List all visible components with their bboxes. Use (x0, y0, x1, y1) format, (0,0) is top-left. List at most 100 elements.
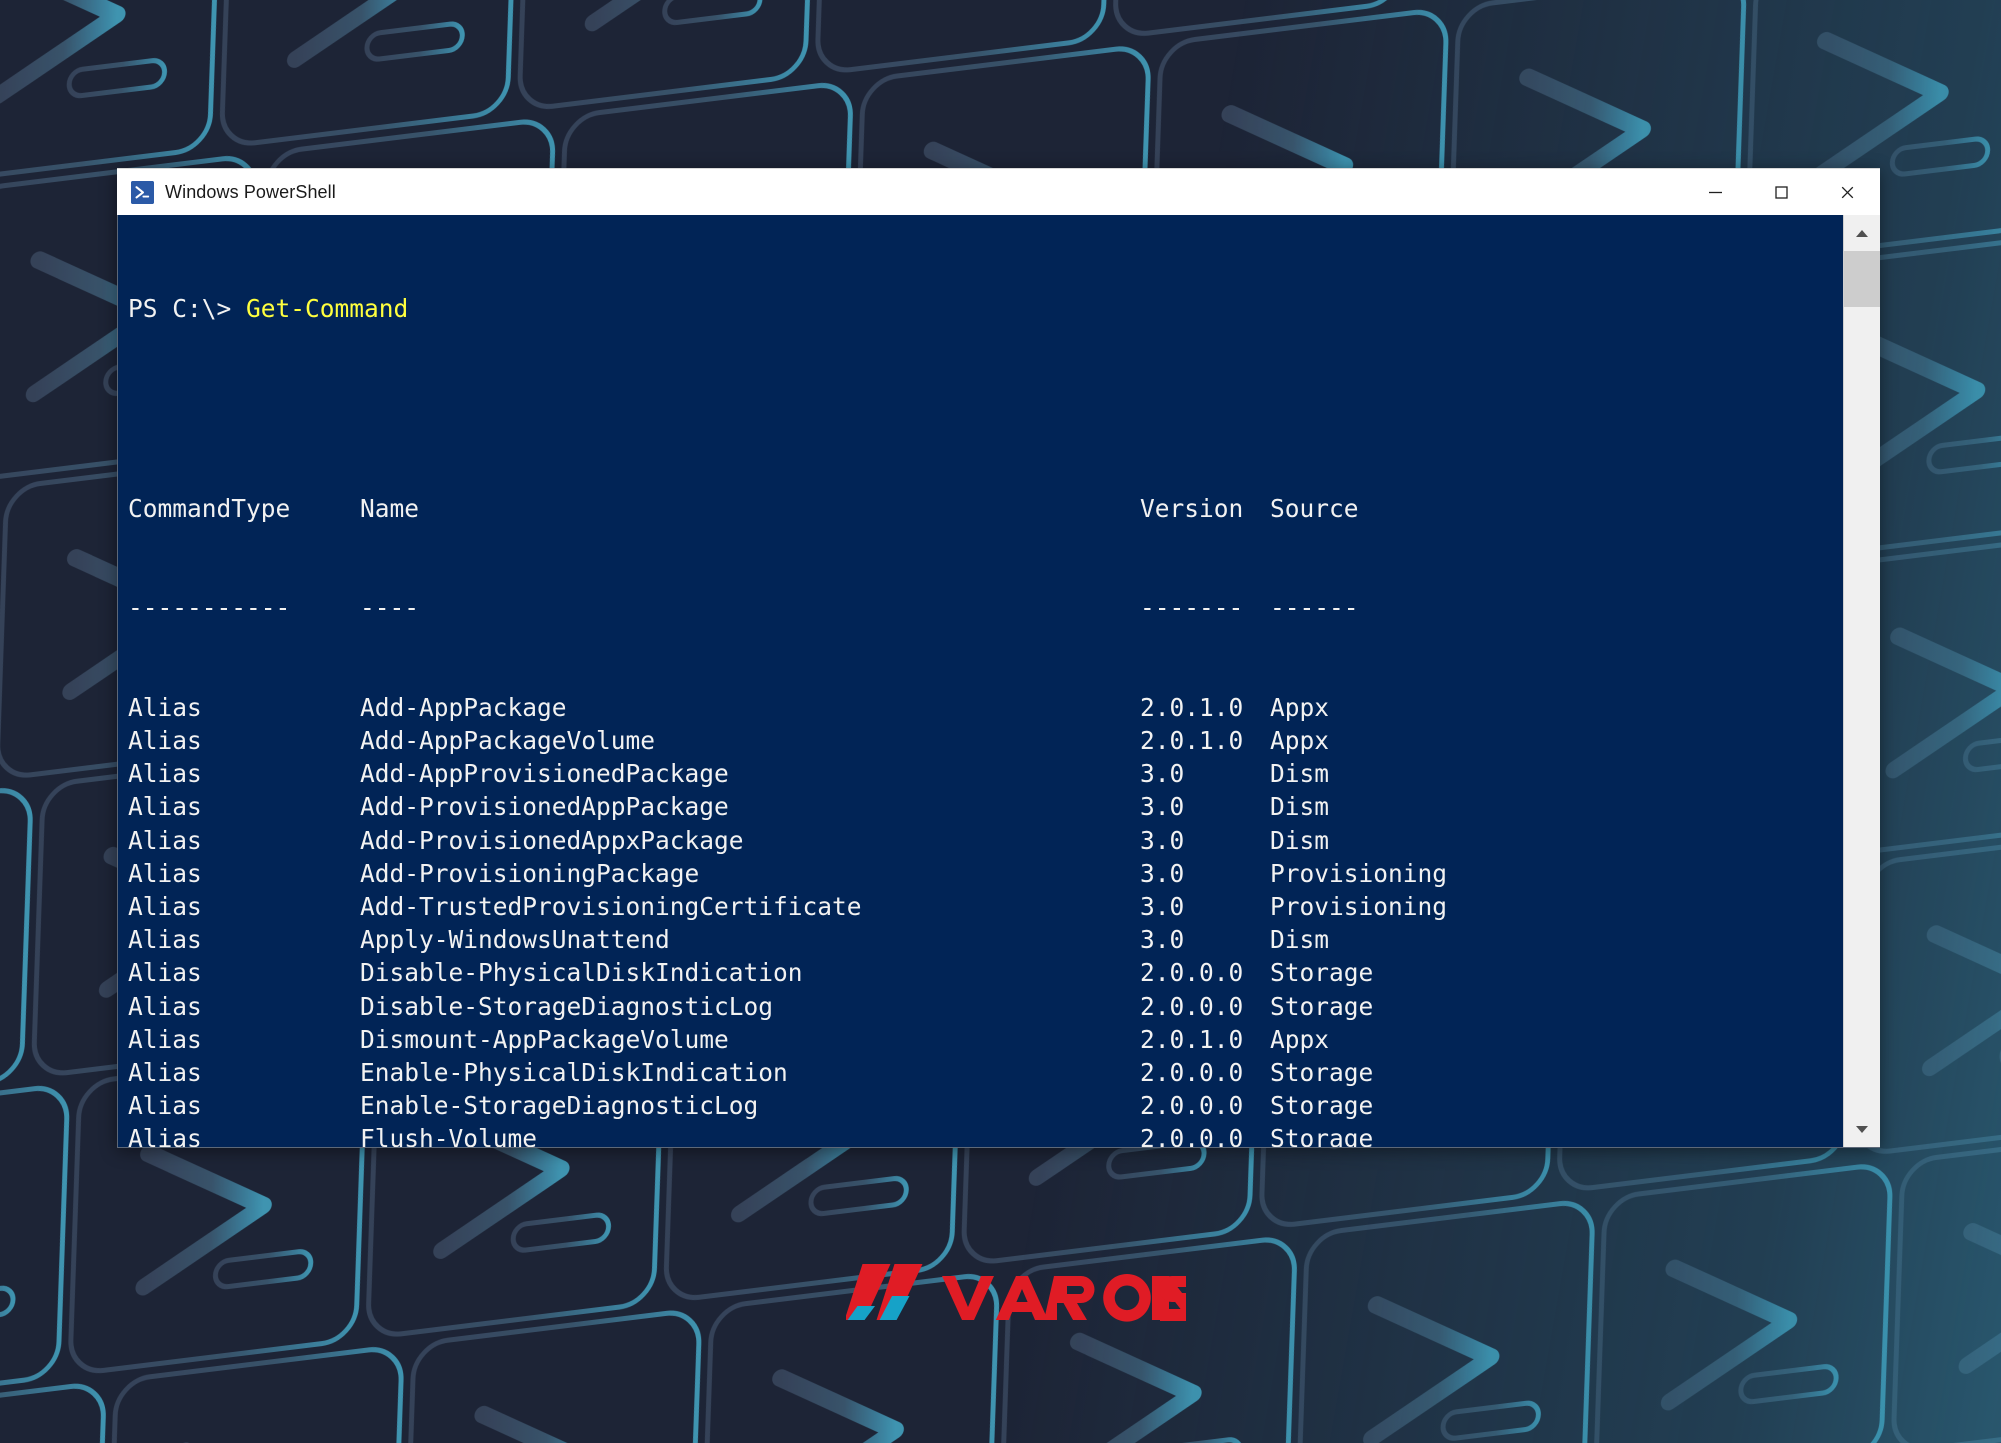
cell-name: Add-AppPackageVolume (360, 726, 656, 756)
table-header-row: CommandType Name Version Source (128, 492, 1843, 525)
blank-line-1 (128, 392, 1843, 425)
window-title: Windows PowerShell (165, 181, 336, 202)
cell-version: 2.0.1.0 (1140, 1024, 1244, 1054)
cell-source: Storage (1270, 991, 1374, 1021)
cell-source: Dism (1270, 759, 1330, 789)
cell-version: 2.0.0.0 (1140, 991, 1244, 1021)
cell-source: Provisioning (1270, 858, 1448, 888)
table-row: Alias Add-ProvisionedAppxPackage 3.0 Dism (128, 824, 1843, 857)
table-rows: Alias Add-AppPackage 2.0.1.0 Appx Alias Add-A… (128, 691, 1843, 1147)
cell-source: Provisioning (1270, 892, 1448, 922)
powershell-window: Windows PowerShell PS C:\> Get-Command C… (117, 168, 1880, 1148)
table-row: Alias Disable-PhysicalDiskIndication 2.0.0… (128, 956, 1843, 989)
cell-source: Appx (1270, 726, 1330, 756)
cell-source: Storage (1270, 1124, 1374, 1147)
minimize-button[interactable] (1682, 169, 1748, 216)
close-button[interactable] (1814, 169, 1880, 216)
separator-name: ---- (360, 593, 420, 623)
table-row: Alias Flush-Volume 2.0.0.0 Storage (128, 1122, 1843, 1147)
cell-source: Dism (1270, 925, 1330, 955)
table-row: Alias Enable-PhysicalDiskIndication 2.0.0.… (128, 1056, 1843, 1089)
table-row: Alias Add-ProvisioningPackage 3.0 Provision… (128, 857, 1843, 890)
cell-version: 3.0 (1140, 792, 1185, 822)
cell-source: Appx (1270, 1024, 1330, 1054)
cell-name: Apply-WindowsUnattend (360, 925, 670, 955)
cell-name: Add-AppPackage (360, 692, 567, 722)
table-row: Alias Add-ProvisionedAppPackage 3.0 Dism (128, 790, 1843, 823)
cell-name: Add-ProvisionedAppxPackage (360, 825, 744, 855)
varonis-wordmark (942, 1274, 1186, 1322)
maximize-button[interactable] (1748, 169, 1814, 216)
cell-commandtype: Alias (128, 858, 202, 888)
cell-name: Add-AppProvisionedPackage (360, 759, 729, 789)
cell-commandtype: Alias (128, 825, 202, 855)
console-scrollbar[interactable] (1843, 215, 1880, 1147)
cell-source: Storage (1270, 958, 1374, 988)
cell-name: Add-TrustedProvisioningCertificate (360, 892, 862, 922)
cell-commandtype: Alias (128, 759, 202, 789)
cell-version: 2.0.0.0 (1140, 1058, 1244, 1088)
cell-commandtype: Alias (128, 792, 202, 822)
table-row: Alias Disable-StorageDiagnosticLog 2.0.0.0… (128, 990, 1843, 1023)
cell-commandtype: Alias (128, 991, 202, 1021)
cell-name: Disable-StorageDiagnosticLog (360, 991, 774, 1021)
window-controls (1682, 169, 1880, 216)
table-row: Alias Add-AppProvisionedPackage 3.0 Dism (128, 757, 1843, 790)
cell-version: 2.0.0.0 (1140, 1124, 1244, 1147)
separator-source: ------ (1270, 593, 1359, 623)
header-name: Name (360, 493, 420, 523)
table-row: Alias Dismount-AppPackageVolume 2.0.1.0 App… (128, 1023, 1843, 1056)
console-output: PS C:\> Get-Command CommandType Name Versi… (118, 215, 1843, 1147)
table-row: Alias Enable-StorageDiagnosticLog 2.0.0.0 S… (128, 1089, 1843, 1122)
cell-version: 2.0.0.0 (1140, 1091, 1244, 1121)
scroll-up-button[interactable] (1844, 215, 1880, 251)
cell-name: Dismount-AppPackageVolume (360, 1024, 729, 1054)
cell-commandtype: Alias (128, 692, 202, 722)
cell-commandtype: Alias (128, 892, 202, 922)
cell-commandtype: Alias (128, 925, 202, 955)
cell-version: 3.0 (1140, 858, 1185, 888)
prompt-line: PS C:\> Get-Command (128, 292, 1843, 325)
scroll-down-button[interactable] (1844, 1111, 1880, 1147)
cell-version: 3.0 (1140, 825, 1185, 855)
table-row: Alias Add-AppPackageVolume 2.0.1.0 Appx (128, 724, 1843, 757)
prompt-prefix: PS C:\> (128, 294, 247, 324)
cell-commandtype: Alias (128, 1124, 202, 1147)
cell-name: Disable-PhysicalDiskIndication (360, 958, 803, 988)
cell-commandtype: Alias (128, 1024, 202, 1054)
cell-version: 2.0.0.0 (1140, 958, 1244, 988)
cell-name: Enable-PhysicalDiskIndication (360, 1058, 788, 1088)
header-version: Version (1140, 493, 1244, 523)
cell-source: Dism (1270, 825, 1330, 855)
console-area[interactable]: PS C:\> Get-Command CommandType Name Versi… (117, 215, 1880, 1148)
cell-commandtype: Alias (128, 958, 202, 988)
cell-commandtype: Alias (128, 1091, 202, 1121)
cell-source: Appx (1270, 692, 1330, 722)
table-row: Alias Apply-WindowsUnattend 3.0 Dism (128, 923, 1843, 956)
window-titlebar[interactable]: Windows PowerShell (117, 168, 1880, 215)
cell-version: 2.0.1.0 (1140, 692, 1244, 722)
separator-commandtype: ----------- (128, 593, 291, 623)
cell-name: Enable-StorageDiagnosticLog (360, 1091, 759, 1121)
scrollbar-track[interactable] (1844, 251, 1880, 1111)
cell-name: Add-ProvisionedAppPackage (360, 792, 729, 822)
cell-source: Storage (1270, 1058, 1374, 1088)
header-source: Source (1270, 493, 1359, 523)
cell-version: 3.0 (1140, 925, 1185, 955)
cell-version: 3.0 (1140, 759, 1185, 789)
cell-commandtype: Alias (128, 726, 202, 756)
separator-version: ------- (1140, 593, 1244, 623)
cell-version: 3.0 (1140, 892, 1185, 922)
varonis-slashes (846, 1264, 923, 1320)
entered-command: Get-Command (246, 294, 409, 324)
varonis-logo-mark (846, 1264, 1186, 1322)
varonis-logo (846, 1258, 1186, 1338)
cell-source: Dism (1270, 792, 1330, 822)
cell-commandtype: Alias (128, 1058, 202, 1088)
table-row: Alias Add-TrustedProvisioningCertificate 3… (128, 890, 1843, 923)
cell-name: Flush-Volume (360, 1124, 538, 1147)
scrollbar-thumb[interactable] (1844, 251, 1880, 307)
scroll-down-icon (1856, 1125, 1868, 1133)
header-commandtype: CommandType (128, 493, 291, 523)
cell-version: 2.0.1.0 (1140, 726, 1244, 756)
